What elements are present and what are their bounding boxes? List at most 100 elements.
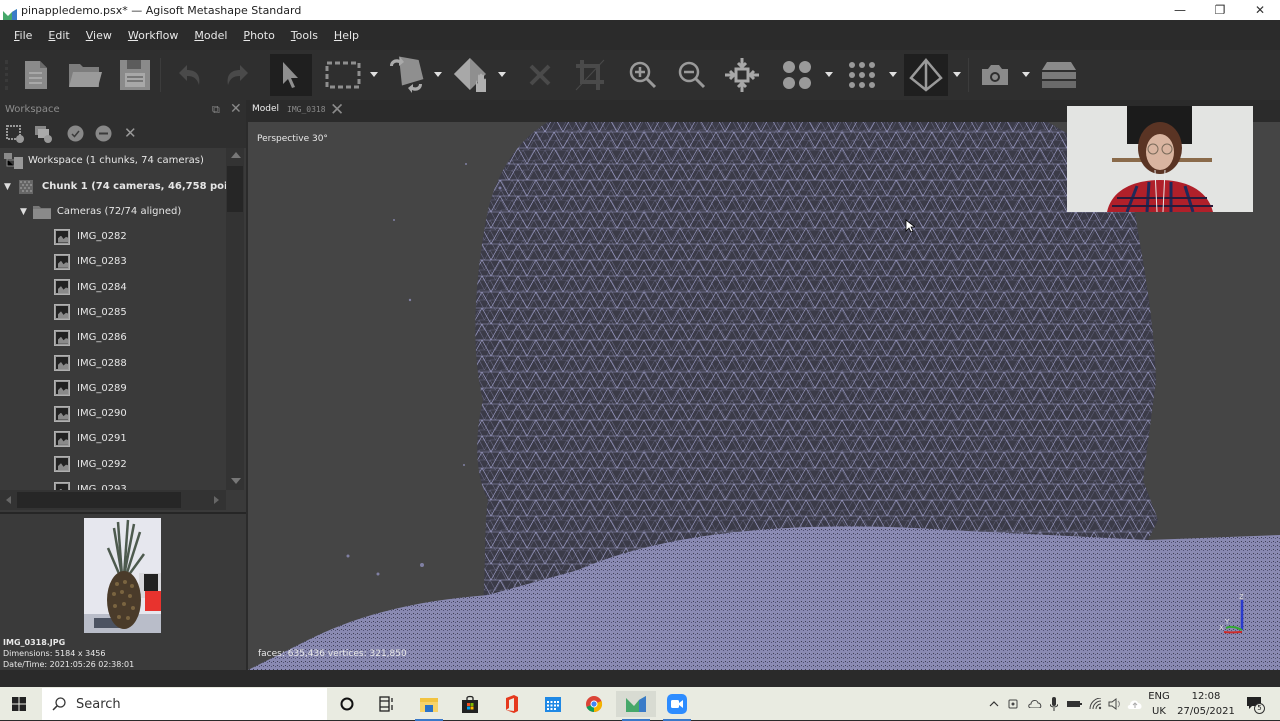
minimize-button[interactable]: — [1160, 0, 1200, 20]
crop-selection-button[interactable] [569, 54, 611, 96]
video-camera-icon [1008, 699, 1018, 708]
camera-list-item[interactable]: IMG_0285 [54, 300, 127, 325]
show-hidden-icons-button[interactable] [986, 687, 1002, 720]
close-window-button[interactable]: ✕ [1240, 0, 1280, 20]
move-region-button[interactable] [450, 54, 492, 96]
office-button[interactable] [491, 691, 531, 717]
camera-list-item[interactable]: IMG_0282 [54, 224, 127, 249]
add-chunk-button[interactable] [6, 125, 24, 147]
redo-button[interactable] [217, 54, 259, 96]
menu-photo[interactable]: Photo [235, 29, 282, 42]
cortana-button[interactable] [327, 691, 367, 717]
zoom-in-button[interactable] [622, 54, 664, 96]
meet-now-tray-icon[interactable] [1006, 687, 1022, 720]
camera-list-item[interactable]: IMG_0288 [54, 351, 127, 376]
menu-workflow[interactable]: Workflow [120, 29, 187, 42]
menu-edit[interactable]: Edit [40, 29, 77, 42]
menu-file[interactable]: File [6, 29, 40, 42]
tree-cameras-folder[interactable]: ▼ Cameras (72/74 aligned) [20, 199, 181, 224]
menu-help[interactable]: Help [326, 29, 367, 42]
remove-items-button[interactable]: ✕ [124, 124, 137, 142]
tree-horizontal-scrollbar[interactable] [0, 490, 226, 510]
show-cameras-button[interactable] [974, 54, 1016, 96]
onedrive-tray-icon[interactable] [1025, 687, 1045, 720]
scroll-down-arrow[interactable] [231, 478, 241, 484]
camera-list-item[interactable]: IMG_0286 [54, 325, 127, 350]
menu-view[interactable]: View [78, 29, 120, 42]
tab-model[interactable]: Model [252, 104, 279, 114]
zoom-app-button[interactable] [657, 691, 697, 721]
navigation-tool-button[interactable] [270, 54, 312, 96]
point-cloud-dropdown-arrow[interactable] [825, 72, 833, 77]
move-dropdown-arrow[interactable] [498, 72, 506, 77]
rotate-dropdown-arrow[interactable] [434, 72, 442, 77]
close-panel-icon[interactable]: ✕ [230, 101, 242, 117]
tab-img-0318[interactable]: IMG_0318 [287, 105, 326, 114]
cameras-dropdown-arrow[interactable] [1022, 72, 1030, 77]
rotate-object-button[interactable] [385, 54, 427, 96]
camera-list-item[interactable]: IMG_0293 [54, 477, 127, 490]
photo-thumbnail[interactable] [84, 518, 161, 633]
point-cloud-button[interactable] [776, 54, 818, 96]
microphone-tray-icon[interactable] [1047, 687, 1061, 720]
camera-image-icon [54, 279, 70, 296]
upload-tray-icon[interactable] [1126, 687, 1144, 720]
zoom-out-button[interactable] [671, 54, 713, 96]
camera-list-item[interactable]: IMG_0290 [54, 401, 127, 426]
expand-cameras-icon[interactable]: ▼ [20, 207, 27, 217]
open-project-button[interactable] [64, 54, 106, 96]
scroll-left-arrow[interactable] [6, 496, 11, 504]
volume-tray-icon[interactable] [1106, 687, 1124, 720]
start-button[interactable] [12, 696, 26, 715]
camera-list-item[interactable]: IMG_0284 [54, 275, 127, 300]
model-wireframe-icon [909, 58, 943, 92]
model-dropdown-arrow[interactable] [953, 72, 961, 77]
layers-button[interactable] [1038, 54, 1080, 96]
camera-list-item[interactable]: IMG_0291 [54, 426, 127, 451]
camera-list-item[interactable]: IMG_0289 [54, 376, 127, 401]
undock-panel-icon[interactable]: ⧉ [212, 103, 220, 117]
selection-dropdown-arrow[interactable] [370, 72, 378, 77]
axis-x-label: X [1219, 624, 1224, 632]
menu-tools[interactable]: Tools [283, 29, 326, 42]
expand-chunk-icon[interactable]: ▼ [4, 182, 11, 192]
horizontal-scroll-thumb[interactable] [17, 492, 181, 508]
tree-chunk-1[interactable]: ▼ Chunk 1 (74 cameras, 46,758 points) [4, 174, 226, 199]
reset-view-button[interactable] [721, 54, 763, 96]
maximize-button[interactable]: ❐ [1200, 0, 1240, 20]
notification-count-badge: 5 [1254, 703, 1265, 714]
microsoft-store-button[interactable] [450, 691, 490, 717]
reset-view-icon [725, 58, 759, 92]
add-photos-button[interactable] [34, 125, 52, 147]
new-document-button[interactable] [15, 54, 57, 96]
calendar-button[interactable] [533, 691, 573, 717]
camera-list-item[interactable]: IMG_0283 [54, 249, 127, 274]
chrome-button[interactable] [574, 691, 614, 717]
toolbar-grip[interactable] [5, 60, 8, 90]
undo-button[interactable] [168, 54, 210, 96]
menu-model[interactable]: Model [186, 29, 235, 42]
rectangle-selection-button[interactable] [322, 54, 364, 96]
model-wireframe-button[interactable] [904, 54, 948, 96]
vertical-scroll-thumb[interactable] [227, 166, 243, 212]
close-tab-icon[interactable]: ✕ [330, 100, 344, 120]
enable-cameras-button[interactable] [67, 125, 84, 146]
wifi-tray-icon[interactable] [1087, 687, 1105, 720]
taskbar-clock[interactable]: 12:08 27/05/2021 [1166, 689, 1246, 719]
delete-selection-button[interactable] [519, 54, 561, 96]
save-project-button[interactable] [114, 54, 156, 96]
tree-vertical-scrollbar[interactable] [226, 148, 244, 490]
dense-cloud-button[interactable] [841, 54, 883, 96]
action-center-button[interactable]: 5 [1244, 694, 1266, 714]
taskbar-search-box[interactable]: Search [42, 688, 327, 720]
disable-cameras-button[interactable] [95, 125, 112, 146]
metashape-taskbar-button[interactable] [616, 691, 656, 721]
battery-tray-icon[interactable] [1064, 687, 1084, 720]
tree-workspace-root[interactable]: Workspace (1 chunks, 74 cameras) [4, 148, 204, 173]
dense-cloud-dropdown-arrow[interactable] [889, 72, 897, 77]
task-view-button[interactable] [367, 691, 407, 717]
file-explorer-button[interactable] [409, 691, 449, 721]
scroll-up-arrow[interactable] [231, 152, 241, 158]
scroll-right-arrow[interactable] [214, 496, 219, 504]
camera-list-item[interactable]: IMG_0292 [54, 452, 127, 477]
